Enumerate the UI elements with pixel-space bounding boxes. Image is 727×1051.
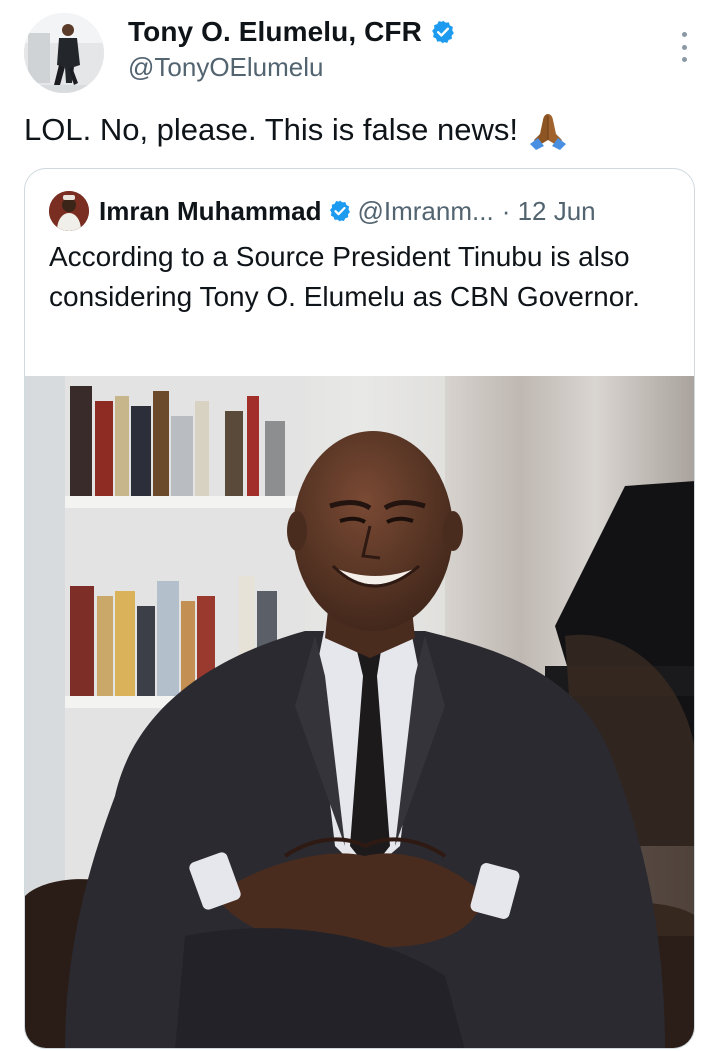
quoted-verified-badge-icon	[329, 200, 350, 222]
quoted-photo[interactable]	[25, 376, 694, 1048]
more-dot	[681, 44, 687, 50]
quoted-tweet[interactable]: Imran Muhammad @Imranm... · 12 Jun Accor…	[24, 168, 695, 1049]
more-dot	[681, 32, 687, 37]
author-avatar[interactable]	[24, 13, 104, 93]
display-name-row: Tony O. Elumelu, CFR	[128, 14, 456, 50]
more-options-icon[interactable]	[677, 32, 691, 62]
author-avatar-image	[24, 13, 104, 93]
quoted-text: According to a Source President Tinubu i…	[49, 241, 640, 312]
quoted-display-name[interactable]: Imran Muhammad	[99, 196, 322, 227]
quoted-avatar[interactable]	[49, 191, 89, 231]
author-display-name[interactable]: Tony O. Elumelu, CFR	[128, 16, 422, 48]
folded-hands-emoji-icon	[529, 114, 566, 150]
tweet-text-content: LOL. No, please. This is false news!	[24, 112, 518, 147]
tweet: Tony O. Elumelu, CFR @TonyOElumelu LOL. …	[0, 0, 727, 1051]
quoted-date[interactable]: · 12 Jun	[502, 196, 596, 227]
tweet-text: LOL. No, please. This is false news!	[24, 110, 568, 150]
quoted-header: Imran Muhammad @Imranm... · 12 Jun	[49, 191, 596, 231]
author-handle[interactable]: @TonyOElumelu	[128, 52, 456, 83]
quoted-avatar-image	[49, 191, 89, 231]
author-block: Tony O. Elumelu, CFR @TonyOElumelu	[128, 14, 456, 83]
more-dot	[681, 57, 687, 62]
verified-badge-icon	[432, 20, 454, 44]
quoted-handle[interactable]: @Imranm...	[358, 196, 494, 227]
portrait-photo	[25, 376, 694, 1048]
